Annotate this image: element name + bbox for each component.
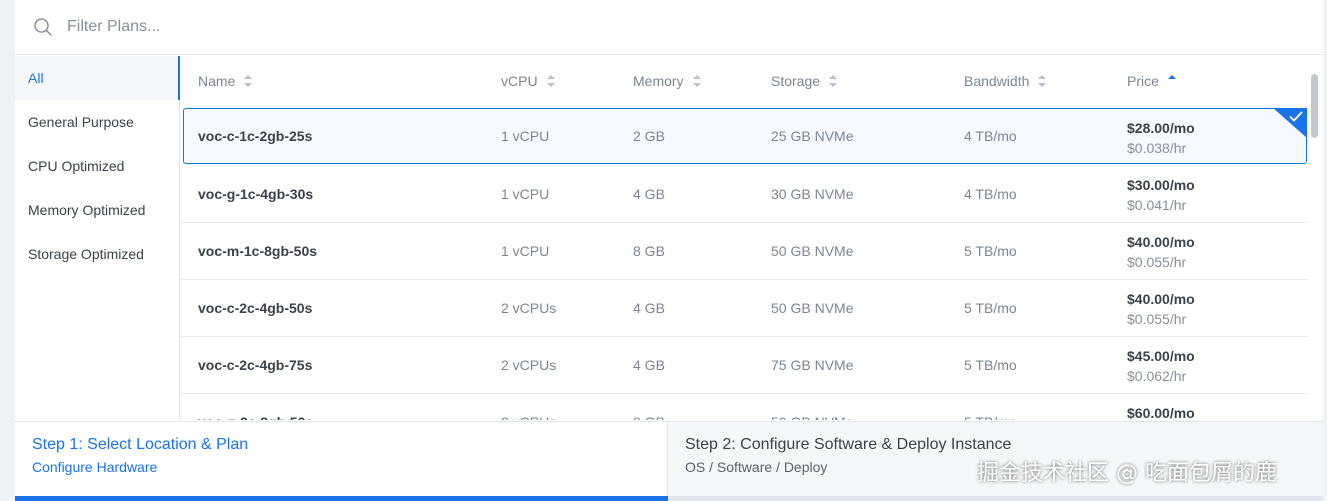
sort-ascending-icon — [1167, 75, 1176, 87]
column-header-memory[interactable]: Memory — [633, 73, 701, 89]
plan-memory: 8 GB — [633, 394, 665, 420]
price-hourly: $0.038/hr — [1127, 140, 1187, 156]
plan-name: voc-g-1c-4gb-30s — [198, 186, 314, 202]
plan-name: voc-m-1c-8gb-50s — [198, 243, 318, 259]
step-title: Step 2: Configure Software & Deploy Inst… — [685, 436, 1012, 453]
sidebar-item-label: Storage Optimized — [28, 246, 144, 262]
column-header-label: Bandwidth — [964, 73, 1030, 89]
column-header-label: Memory — [633, 73, 684, 89]
sidebar-item-label: Memory Optimized — [28, 202, 146, 218]
plan-bandwidth: 5 TB/mo — [964, 300, 1017, 316]
table-row[interactable]: voc-c-2c-4gb-50s 2 vCPUs 4 GB 50 GB NVMe… — [181, 280, 1308, 337]
plan-memory: 4 GB — [633, 186, 665, 202]
price-hourly: $0.041/hr — [1127, 197, 1187, 213]
step-title: Step 1: Select Location & Plan — [32, 436, 249, 453]
table-row[interactable]: voc-g-2c-8gb-50s 2 vCPUs 8 GB 50 GB NVMe… — [181, 394, 1308, 420]
price-monthly: $30.00/mo — [1127, 177, 1195, 193]
plan-memory: 8 GB — [633, 243, 665, 259]
plan-price: $30.00/mo $0.041/hr — [1127, 175, 1195, 215]
price-monthly: $60.00/mo — [1127, 405, 1195, 420]
plan-vcpu: 1 vCPU — [501, 186, 550, 202]
plan-vcpu: 1 vCPU — [501, 128, 550, 144]
column-header-storage[interactable]: Storage — [771, 73, 838, 89]
plan-price: $28.00/mo $0.038/hr — [1127, 118, 1195, 158]
plan-bandwidth: 4 TB/mo — [964, 128, 1017, 144]
sort-icon — [1038, 75, 1047, 87]
sort-icon — [244, 75, 253, 87]
plan-storage: 25 GB NVMe — [771, 128, 854, 144]
plan-storage: 50 GB NVMe — [771, 243, 854, 259]
sidebar-item-label: General Purpose — [28, 114, 134, 130]
plan-memory: 2 GB — [633, 128, 665, 144]
table-row[interactable]: voc-c-1c-2gb-25s 1 vCPU 2 GB 25 GB NVMe … — [183, 108, 1307, 164]
price-monthly: $28.00/mo — [1127, 120, 1195, 136]
plan-name: voc-g-2c-8gb-50s — [198, 394, 313, 420]
sort-icon — [692, 75, 701, 87]
table-row[interactable]: voc-g-1c-4gb-30s 1 vCPU 4 GB 30 GB NVMe … — [181, 166, 1308, 223]
plan-selector-panel: All General Purpose CPU Optimized Memory… — [15, 0, 1323, 501]
plan-name: voc-c-2c-4gb-75s — [198, 357, 313, 373]
plan-vcpu: 2 vCPUs — [501, 300, 557, 316]
step-select-location-plan[interactable]: Step 1: Select Location & Plan Configure… — [15, 422, 668, 501]
column-header-label: Price — [1127, 73, 1159, 89]
plan-storage: 50 GB NVMe — [771, 300, 854, 316]
search-icon — [34, 18, 52, 36]
column-header-label: Storage — [771, 73, 821, 89]
sidebar-item-storage-optimized[interactable]: Storage Optimized — [15, 232, 180, 276]
column-header-label: Name — [198, 73, 236, 89]
price-monthly: $45.00/mo — [1127, 348, 1195, 364]
step-progress-bar — [15, 496, 668, 501]
table-row[interactable]: voc-c-2c-4gb-75s 2 vCPUs 4 GB 75 GB NVMe… — [181, 337, 1308, 394]
sort-icon — [546, 75, 555, 87]
column-header-label: vCPU — [501, 73, 538, 89]
price-hourly: $0.055/hr — [1127, 311, 1187, 327]
selected-checkmark-icon — [1273, 108, 1307, 138]
plan-name: voc-c-2c-4gb-50s — [198, 300, 313, 316]
column-header-vcpu[interactable]: vCPU — [501, 73, 555, 89]
price-hourly: $0.062/hr — [1127, 368, 1187, 384]
filter-bar — [15, 0, 1323, 55]
column-header-bandwidth[interactable]: Bandwidth — [964, 73, 1047, 89]
plan-storage: 75 GB NVMe — [771, 357, 854, 373]
plan-bandwidth: 5 TB/mo — [964, 243, 1017, 259]
step-subtitle: Configure Hardware — [32, 459, 158, 475]
sidebar-item-label: CPU Optimized — [28, 158, 125, 174]
plan-price: $45.00/mo $0.062/hr — [1127, 346, 1195, 386]
plan-vcpu: 2 vCPUs — [501, 394, 556, 420]
price-monthly: $40.00/mo — [1127, 291, 1195, 307]
sidebar-item-cpu-optimized[interactable]: CPU Optimized — [15, 144, 180, 188]
plan-bandwidth: 5 TB/mo — [964, 394, 1017, 420]
table-row[interactable]: voc-m-1c-8gb-50s 1 vCPU 8 GB 50 GB NVMe … — [181, 223, 1308, 280]
plan-name: voc-c-1c-2gb-25s — [198, 128, 313, 144]
sidebar-item-general-purpose[interactable]: General Purpose — [15, 100, 180, 144]
price-monthly: $40.00/mo — [1127, 234, 1195, 250]
plans-table: Name vCPU Memory Storage Bandwidth Price — [181, 56, 1308, 420]
price-hourly: $0.055/hr — [1127, 254, 1187, 270]
plan-memory: 4 GB — [633, 300, 665, 316]
plan-vcpu: 2 vCPUs — [501, 357, 557, 373]
table-header: Name vCPU Memory Storage Bandwidth Price — [181, 56, 1308, 106]
plan-price: $60.00/mo — [1127, 403, 1195, 420]
sidebar-item-memory-optimized[interactable]: Memory Optimized — [15, 188, 180, 232]
filter-plans-input[interactable] — [67, 14, 667, 40]
plan-vcpu: 1 vCPU — [501, 243, 550, 259]
plan-storage: 30 GB NVMe — [771, 186, 854, 202]
sidebar-item-label: All — [28, 70, 44, 86]
column-header-name[interactable]: Name — [198, 73, 253, 89]
table-scrollbar[interactable] — [1311, 74, 1318, 138]
sidebar-item-all[interactable]: All — [15, 56, 180, 100]
plan-category-sidebar: All General Purpose CPU Optimized Memory… — [15, 56, 180, 420]
plan-bandwidth: 5 TB/mo — [964, 357, 1017, 373]
plan-price: $40.00/mo $0.055/hr — [1127, 289, 1195, 329]
plan-price: $40.00/mo $0.055/hr — [1127, 232, 1195, 272]
column-header-price[interactable]: Price — [1127, 73, 1176, 89]
watermark: 掘金技术社区 @ 吃面包屑的鹿 — [977, 461, 1277, 486]
plan-bandwidth: 4 TB/mo — [964, 186, 1017, 202]
step-progress-bar — [668, 496, 1323, 501]
plan-memory: 4 GB — [633, 357, 665, 373]
plan-storage: 50 GB NVMe — [771, 394, 853, 420]
sort-icon — [829, 75, 838, 87]
